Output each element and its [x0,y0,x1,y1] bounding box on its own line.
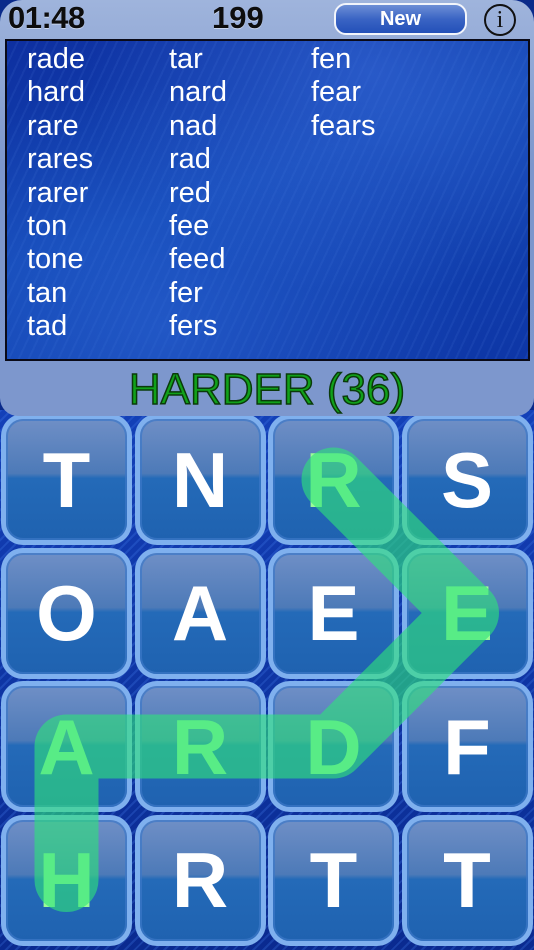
found-word: hard [27,76,86,109]
found-word: fen [311,43,352,75]
tile-letter: T [273,819,394,941]
found-word: nard [169,76,228,109]
found-word: nad [169,109,218,142]
found-word: rade [27,43,86,75]
letter-tile[interactable]: N [134,414,266,545]
found-word: tone [27,243,84,276]
tile-letter: O [6,552,127,674]
tile-letter: R [139,686,261,807]
tile-letter: N [139,419,261,540]
found-word: rarer [27,176,89,209]
letter-tile[interactable]: E [401,547,533,679]
word-column: tar nard nad rad red fee feed fer fers [169,43,227,344]
found-words-list: rade hard rare rares rarer ton tone tan tad tar n… [5,39,530,361]
letter-board: TNRSOAEEARDFHRTT [0,410,534,950]
found-word: fers [169,310,218,343]
info-icon[interactable]: i [484,4,516,36]
found-word: tad [27,310,68,343]
tile-letter: F [406,686,528,807]
tile-letter: R [273,419,394,540]
letter-tile[interactable]: O [1,547,132,679]
tile-letter: H [6,819,127,941]
letter-tile[interactable]: D [268,681,399,812]
current-word-status: HARDER (36) [128,365,406,415]
word-column: fen fear fears [311,43,375,143]
letter-tile[interactable]: A [1,681,132,812]
found-word: tan [27,276,68,309]
tile-letter: T [406,819,528,941]
found-word: rare [27,109,79,142]
tile-letter: S [406,419,528,540]
found-word: fer [169,276,203,309]
letter-tile[interactable]: T [1,414,132,545]
found-word: fee [169,210,210,243]
tile-letter: E [273,552,394,674]
found-word: rad [169,143,211,176]
letter-tile[interactable]: R [268,414,399,545]
letter-tile[interactable]: T [268,814,399,946]
tile-letter: T [6,419,127,540]
letter-tile[interactable]: S [401,414,533,545]
timer: 01:48 [8,0,85,35]
top-panel: 01:48 199 New i rade hard rare rares rarer to… [0,0,534,416]
letter-tile[interactable]: A [134,547,266,679]
found-word: fears [311,109,376,142]
tile-letter: A [139,552,261,674]
header-bar: 01:48 199 New i [0,0,534,38]
tile-letter: D [273,686,394,807]
found-word: fear [311,76,361,109]
found-word: rares [27,143,94,176]
tile-letter: R [139,819,261,941]
word-column: rade hard rare rares rarer ton tone tan tad [27,43,93,344]
letter-tile[interactable]: E [268,547,399,679]
found-word: feed [169,243,226,276]
letter-tile[interactable]: R [134,814,266,946]
letter-tile[interactable]: F [401,681,533,812]
letter-tile[interactable]: T [401,814,533,946]
score: 199 [212,0,264,35]
found-word: tar [169,43,203,75]
new-game-button[interactable]: New [334,3,467,35]
found-word: red [169,176,211,209]
tile-letter: E [406,552,528,674]
letter-tile[interactable]: H [1,814,132,946]
letter-tile[interactable]: R [134,681,266,812]
found-word: ton [27,210,68,243]
tile-letter: A [6,686,127,807]
